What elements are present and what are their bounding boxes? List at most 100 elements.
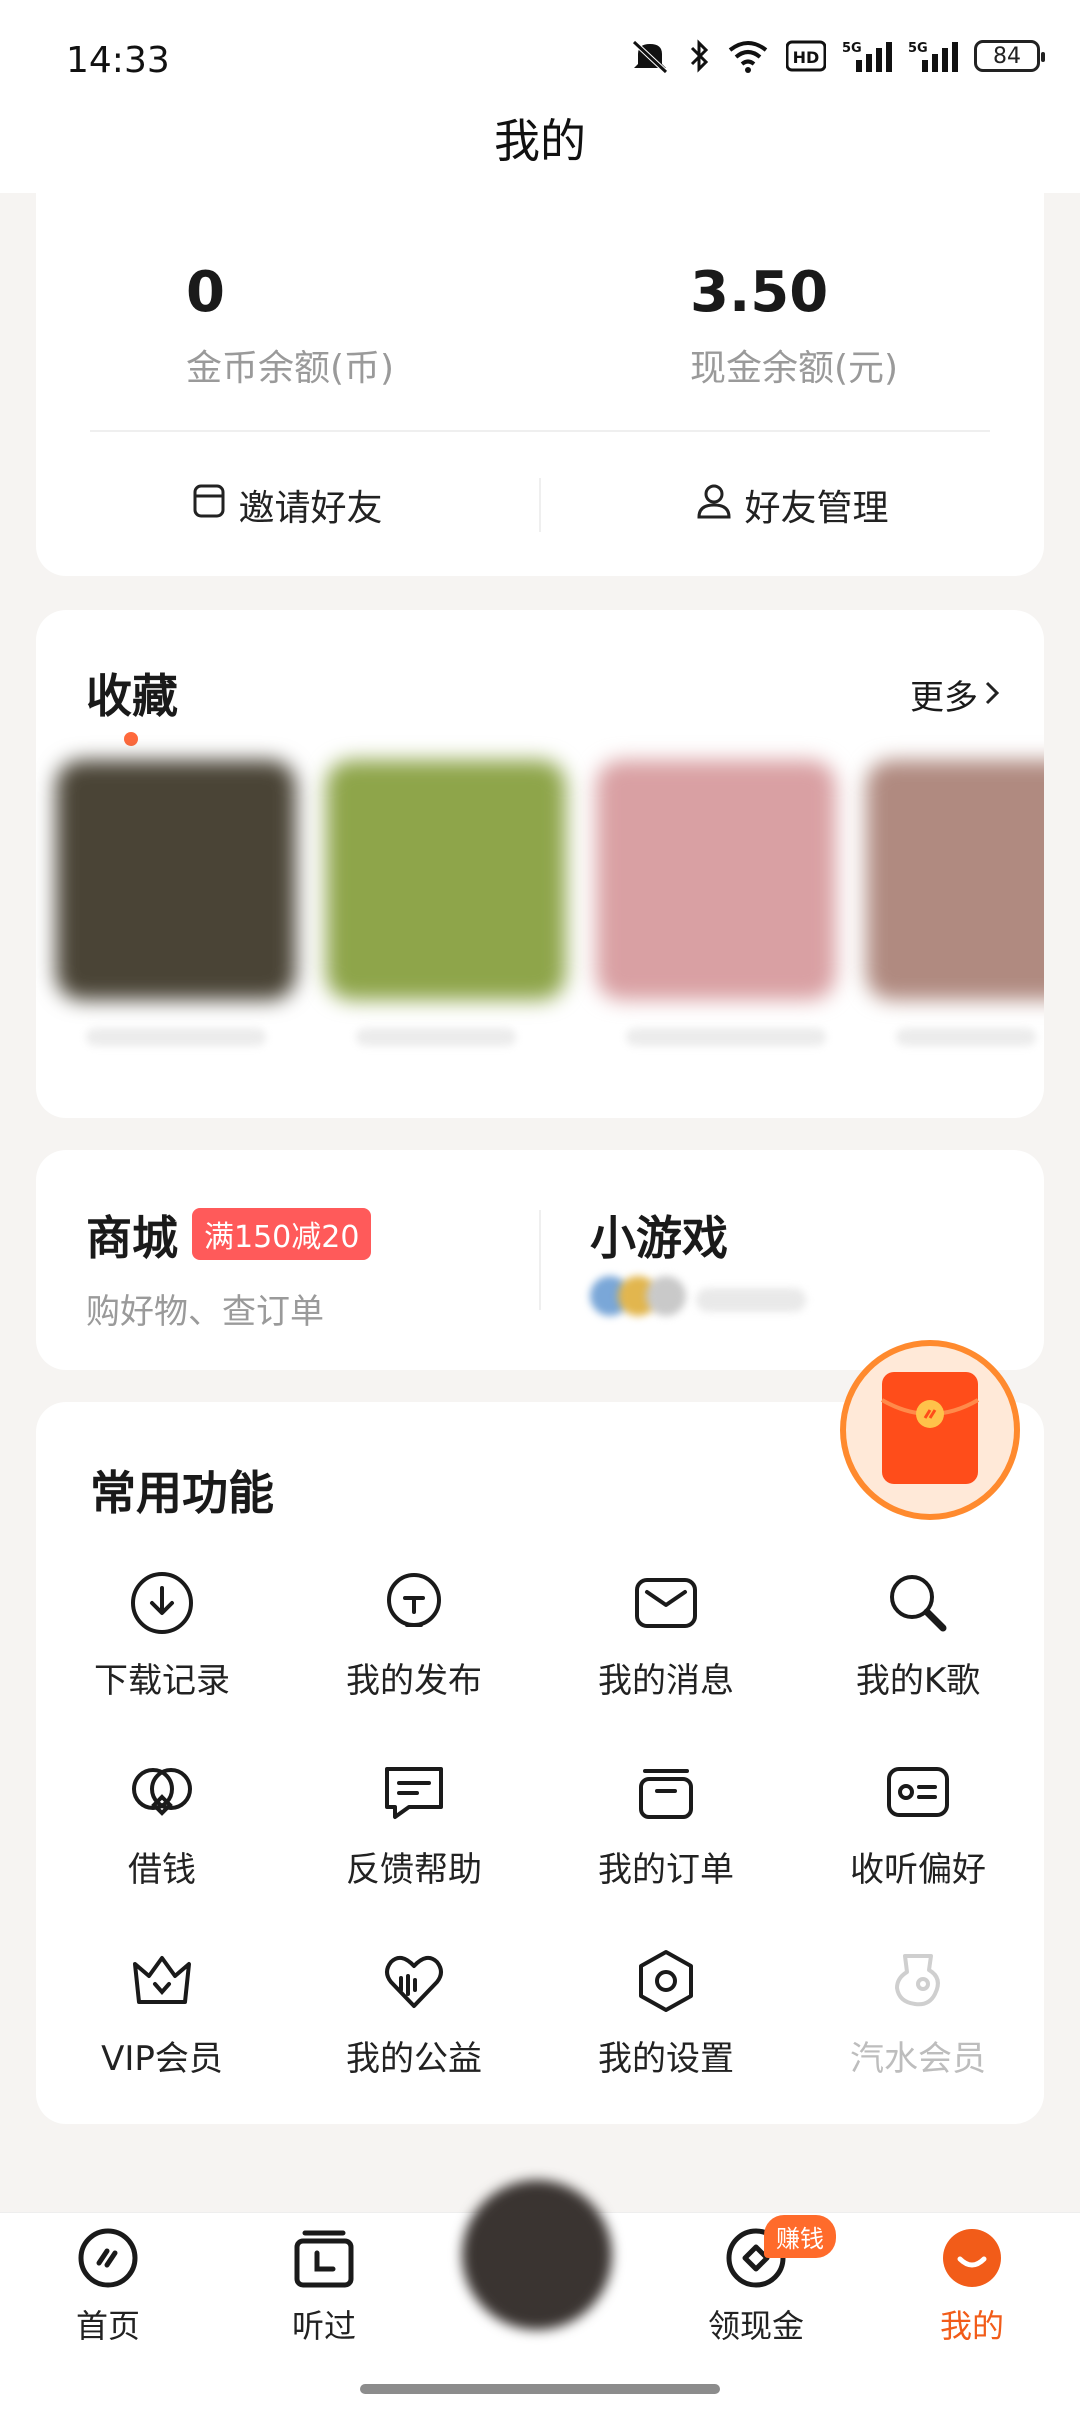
message-icon	[630, 1567, 702, 1639]
function-my-karaoke[interactable]: 我的K歌	[792, 1567, 1044, 1756]
user-icon	[696, 483, 732, 528]
function-listening-preference[interactable]: 收听偏好	[792, 1756, 1044, 1945]
profile-smile-icon	[941, 2227, 1003, 2293]
notification-dot	[124, 732, 138, 746]
favorite-caption	[356, 1028, 516, 1046]
game-avatars	[590, 1276, 686, 1316]
functions-grid: 下载记录 我的发布 我的消息 我的K歌 借钱 反馈帮助 我的订单 收听偏好 VI…	[36, 1567, 1044, 2134]
page-title: 我的	[494, 114, 586, 168]
signal-icon-1: 5G	[842, 38, 892, 74]
nav-listened[interactable]: 听过	[244, 2227, 404, 2347]
signal-icon-2: 5G	[908, 38, 958, 74]
now-playing-disc[interactable]	[462, 2180, 612, 2330]
download-icon	[126, 1567, 198, 1639]
favorites-title: 收藏	[86, 669, 178, 723]
svg-text:5G: 5G	[842, 41, 862, 56]
function-label: 我的设置	[598, 2039, 734, 2079]
status-icons: HD 5G 5G 84	[628, 38, 1045, 74]
favorite-thumbnail[interactable]	[326, 760, 566, 1000]
wifi-icon	[726, 38, 770, 74]
mute-icon	[628, 38, 672, 74]
chevron-right-icon	[984, 675, 1000, 715]
cash-balance-label: 现金余额(元)	[690, 348, 899, 389]
coin-balance[interactable]: 0 金币余额(币)	[186, 260, 394, 391]
function-label: VIP会员	[101, 2039, 223, 2079]
order-icon	[630, 1756, 702, 1828]
favorite-thumbnail[interactable]	[56, 760, 296, 1000]
function-label: 我的消息	[598, 1661, 734, 1701]
cash-balance[interactable]: 3.50 现金余额(元)	[690, 260, 898, 391]
nav-home-label: 首页	[75, 2307, 140, 2345]
function-my-orders[interactable]: 我的订单	[540, 1756, 792, 1945]
function-feedback-help[interactable]: 反馈帮助	[288, 1756, 540, 1945]
red-envelope-icon	[880, 1370, 980, 1490]
svg-text:HD: HD	[793, 48, 820, 67]
mall-title: 商城	[86, 1211, 178, 1265]
home-icon	[77, 2227, 139, 2293]
charity-icon	[378, 1945, 450, 2017]
settings-icon	[630, 1945, 702, 2017]
floating-red-envelope-button[interactable]	[840, 1340, 1020, 1520]
friend-management-button[interactable]: 好友管理	[541, 460, 1044, 550]
history-icon	[293, 2227, 355, 2293]
invite-icon	[192, 483, 226, 528]
function-vip-member[interactable]: VIP会员	[36, 1945, 288, 2134]
invite-friends-button[interactable]: 邀请好友	[36, 460, 539, 550]
hd-icon: HD	[786, 40, 826, 72]
crown-icon	[126, 1945, 198, 2017]
function-soda-member[interactable]: 汽水会员	[792, 1945, 1044, 2134]
function-label: 借钱	[128, 1850, 196, 1890]
function-label: 我的K歌	[855, 1661, 981, 1701]
function-my-publish[interactable]: 我的发布	[288, 1567, 540, 1756]
function-label: 我的公益	[346, 2039, 482, 2079]
nav-listened-label: 听过	[291, 2307, 356, 2345]
home-indicator[interactable]	[360, 2384, 720, 2394]
avatar	[646, 1276, 686, 1316]
nav-home[interactable]: 首页	[28, 2227, 188, 2347]
mall-games-card: 商城 满150减20 购好物、查订单 小游戏	[36, 1150, 1044, 1370]
function-download-records[interactable]: 下载记录	[36, 1567, 288, 1756]
cash-balance-value: 3.50	[690, 260, 829, 325]
status-time: 14:33	[66, 40, 170, 81]
divider	[90, 430, 990, 432]
favorite-thumbnail[interactable]	[596, 760, 836, 1000]
favorite-caption	[626, 1028, 826, 1046]
svg-text:5G: 5G	[908, 41, 928, 56]
soda-member-icon	[882, 1945, 954, 2017]
function-my-settings[interactable]: 我的设置	[540, 1945, 792, 2134]
favorites-card: 收藏 更多	[36, 610, 1044, 1118]
common-functions-title: 常用功能	[90, 1466, 274, 1520]
coin-balance-label: 金币余额(币)	[186, 348, 395, 389]
function-label: 反馈帮助	[346, 1850, 482, 1890]
function-label: 我的订单	[598, 1850, 734, 1890]
function-loan[interactable]: 借钱	[36, 1756, 288, 1945]
invite-friends-label: 邀请好友	[238, 488, 383, 529]
karaoke-icon	[882, 1567, 954, 1639]
loan-icon	[126, 1756, 198, 1828]
favorites-more-link[interactable]: 更多	[910, 670, 1000, 719]
function-label: 下载记录	[94, 1661, 230, 1701]
function-label: 汽水会员	[850, 2039, 986, 2079]
promo-badge: 满150减20	[192, 1208, 372, 1260]
feedback-icon	[378, 1756, 450, 1828]
nav-earn-cash[interactable]: 赚钱 领现金	[676, 2215, 836, 2347]
favorite-thumbnail[interactable]	[866, 760, 1044, 1000]
function-my-charity[interactable]: 我的公益	[288, 1945, 540, 2134]
favorite-caption	[86, 1028, 266, 1046]
divider	[539, 1210, 541, 1310]
bluetooth-icon	[688, 38, 710, 74]
function-label: 收听偏好	[850, 1850, 986, 1890]
mall-subtitle: 购好物、查订单	[86, 1292, 324, 1332]
earn-badge: 赚钱	[764, 2215, 836, 2258]
more-label: 更多	[910, 678, 978, 718]
favorite-caption	[896, 1028, 1036, 1046]
function-my-messages[interactable]: 我的消息	[540, 1567, 792, 1756]
preference-icon	[882, 1756, 954, 1828]
coin-balance-value: 0	[186, 260, 225, 325]
nav-me-label: 我的	[939, 2307, 1004, 2345]
assets-actions: 邀请好友 好友管理	[36, 460, 1044, 550]
publish-icon	[378, 1567, 450, 1639]
nav-me[interactable]: 我的	[892, 2227, 1052, 2347]
mini-games-title: 小游戏	[590, 1211, 728, 1265]
favorites-list	[36, 760, 1044, 1046]
